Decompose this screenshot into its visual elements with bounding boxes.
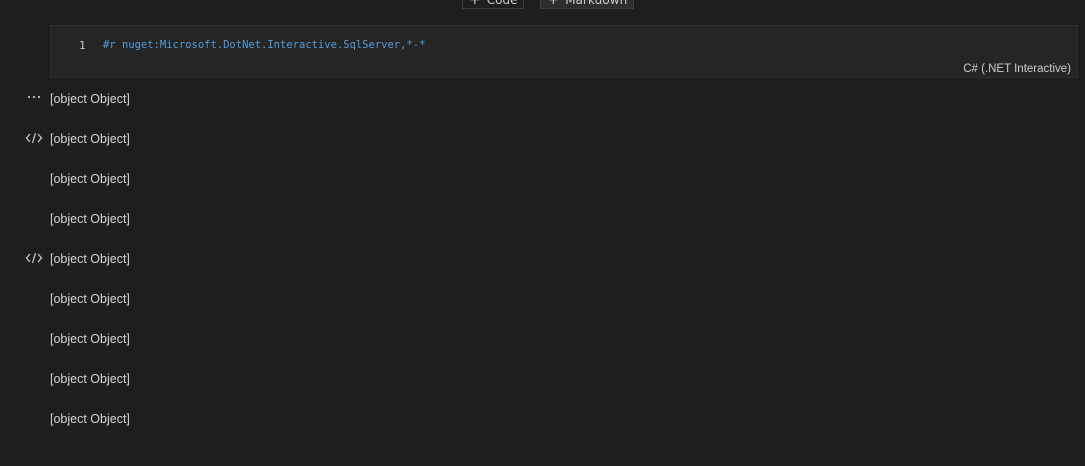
cell-outputs: [object Object] [object Object] [object … (0, 80, 1085, 440)
output-text: [object Object] (50, 372, 130, 386)
output-text: [object Object] (50, 212, 130, 226)
cell-toolbar: + Code + Markdown (462, 0, 635, 9)
code-icon[interactable] (25, 250, 43, 266)
plus-icon: + (469, 0, 481, 8)
output-item: [object Object] (0, 360, 1085, 400)
output-text: [object Object] (50, 172, 130, 186)
output-text: [object Object] (50, 412, 130, 426)
output-item: [object Object] (0, 200, 1085, 240)
output-text: [object Object] (50, 252, 130, 266)
code-line[interactable]: #r nuget:Microsoft.DotNet.Interactive.Sq… (103, 39, 425, 51)
add-markdown-cell-button[interactable]: + Markdown (540, 0, 635, 9)
output-text: [object Object] (50, 292, 130, 306)
line-number: 1 (79, 39, 86, 52)
output-item: [object Object] (0, 280, 1085, 320)
output-text: [object Object] (50, 132, 130, 146)
add-code-cell-button[interactable]: + Code (462, 0, 525, 9)
output-item: [object Object] (0, 80, 1085, 120)
add-code-label: Code (486, 0, 518, 7)
add-markdown-label: Markdown (565, 0, 628, 7)
output-item: [object Object] (0, 400, 1085, 440)
plus-icon: + (547, 0, 560, 8)
output-text: [object Object] (50, 92, 130, 106)
output-item: [object Object] (0, 120, 1085, 160)
output-text: [object Object] (50, 332, 130, 346)
cell-language-picker[interactable]: C# (.NET Interactive) (963, 63, 1071, 75)
output-item: [object Object] (0, 240, 1085, 280)
notebook-editor: + Code + Markdown 1 #r nuget:Microsoft.D… (0, 0, 1085, 466)
output-item: [object Object] (0, 160, 1085, 200)
code-cell[interactable]: 1 #r nuget:Microsoft.DotNet.Interactive.… (50, 25, 1078, 78)
code-icon[interactable] (25, 130, 43, 146)
output-item: [object Object] (0, 320, 1085, 360)
ellipsis-icon[interactable] (25, 90, 43, 106)
